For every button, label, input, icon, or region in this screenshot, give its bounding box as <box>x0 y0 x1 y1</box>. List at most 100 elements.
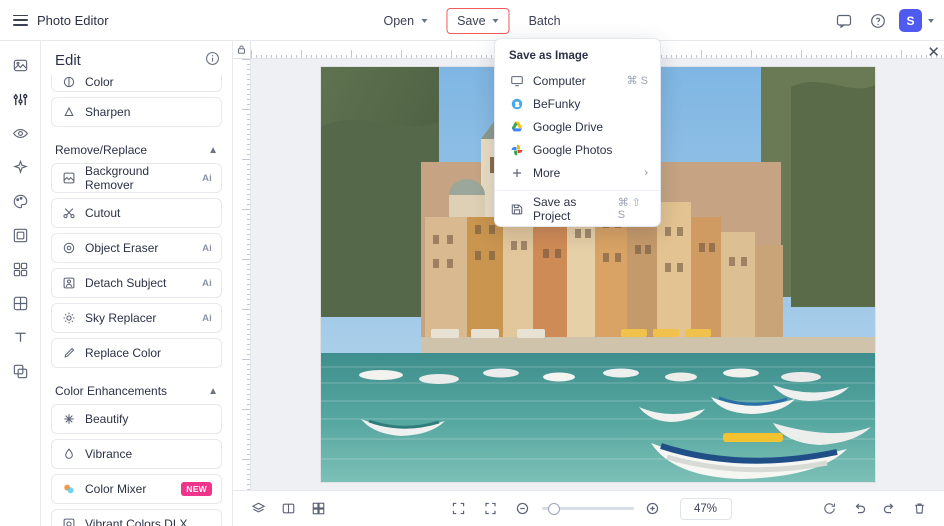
rail-item-effects[interactable] <box>4 151 36 183</box>
sharpen-icon <box>61 105 76 120</box>
save-menu-label: BeFunky <box>533 97 580 111</box>
panel-item-vibrant-colors-dlx[interactable]: Vibrant Colors DLX <box>51 509 222 526</box>
open-button[interactable]: Open <box>372 8 438 34</box>
panel-item-vibrance[interactable]: Vibrance <box>51 439 222 469</box>
batch-label: Batch <box>529 14 561 28</box>
actual-size-icon[interactable] <box>478 496 504 522</box>
question-circle-icon[interactable] <box>865 8 891 34</box>
panel-item-detach-subject[interactable]: Detach Subject Ai <box>51 268 222 298</box>
undo-icon[interactable] <box>846 496 872 522</box>
zoom-value-input[interactable]: 47% <box>680 498 732 520</box>
chevron-down-icon <box>493 19 499 23</box>
save-menu-item-befunky[interactable]: BeFunky <box>495 92 660 115</box>
save-project-icon <box>509 201 524 216</box>
edit-panel-header: Edit <box>41 41 232 75</box>
redo-icon[interactable] <box>876 496 902 522</box>
sky-replacer-icon <box>61 311 76 326</box>
rail-item-photos[interactable] <box>4 49 36 81</box>
save-menu-item-save-as-project[interactable]: Save as Project ⌘ ⇧ S <box>495 197 660 220</box>
zoom-slider-handle[interactable] <box>548 503 560 515</box>
panel-item-object-eraser[interactable]: Object Eraser Ai <box>51 233 222 263</box>
body-wrap: Edit Color Sharpen <box>0 41 944 526</box>
new-badge: NEW <box>181 482 212 496</box>
detach-subject-icon <box>61 276 76 291</box>
save-menu-shortcut: ⌘ S <box>627 74 648 87</box>
fit-screen-icon[interactable] <box>446 496 472 522</box>
chevron-right-icon: › <box>644 167 648 179</box>
rail-item-overlays[interactable] <box>4 287 36 319</box>
save-menu-item-more[interactable]: More › <box>495 161 660 184</box>
panel-item-beautify[interactable]: Beautify <box>51 404 222 434</box>
panel-item-color-mixer[interactable]: Color Mixer NEW <box>51 474 222 504</box>
panel-item-label: Vibrance <box>85 447 212 461</box>
hamburger-icon[interactable] <box>13 15 28 26</box>
zoom-slider[interactable] <box>542 507 634 510</box>
bottom-left-tools <box>245 496 331 522</box>
ai-badge: Ai <box>202 278 212 289</box>
edit-panel-scroll[interactable]: Color Sharpen Remove/Replace ▲ Backgroun… <box>41 75 232 526</box>
color-mixer-icon <box>61 482 76 497</box>
vibrance-icon <box>61 447 76 462</box>
panel-item-label: Background Remover <box>85 164 193 192</box>
panel-item-label: Color <box>85 75 212 89</box>
trash-icon[interactable] <box>906 496 932 522</box>
open-label: Open <box>383 14 414 28</box>
lock-icon[interactable] <box>233 41 251 59</box>
panel-item-replace-color[interactable]: Replace Color <box>51 338 222 368</box>
save-dropdown-menu: Save as Image Computer ⌘ S BeFunky Googl… <box>494 38 661 227</box>
close-icon[interactable]: ✕ <box>927 43 940 61</box>
befunky-icon <box>509 96 524 111</box>
rail-item-artsy[interactable] <box>4 185 36 217</box>
group-label: Remove/Replace <box>55 143 147 157</box>
reset-icon[interactable] <box>816 496 842 522</box>
save-button[interactable]: Save <box>446 8 510 34</box>
panel-item-background-remover[interactable]: Background Remover Ai <box>51 163 222 193</box>
group-header-remove-replace[interactable]: Remove/Replace ▲ <box>51 132 222 163</box>
top-center-tools: Open Save Batch <box>372 0 571 41</box>
save-menu-label: Save as Project <box>533 195 609 223</box>
rail-item-text[interactable] <box>4 321 36 353</box>
ai-badge: Ai <box>202 173 212 184</box>
vertical-ruler <box>233 59 251 490</box>
panel-item-cutout[interactable]: Cutout <box>51 198 222 228</box>
zoom-out-icon[interactable] <box>510 496 536 522</box>
panel-item-label: Color Mixer <box>85 482 172 496</box>
compare-icon[interactable] <box>275 496 301 522</box>
save-menu-item-google-photos[interactable]: Google Photos <box>495 138 660 161</box>
info-icon[interactable] <box>205 51 220 69</box>
save-menu-label: Google Drive <box>533 120 603 134</box>
zoom-controls: 47% <box>446 496 732 522</box>
panel-item-label: Object Eraser <box>85 241 193 255</box>
save-menu-label: Google Photos <box>533 143 612 157</box>
batch-button[interactable]: Batch <box>518 8 572 34</box>
grid-icon[interactable] <box>305 496 331 522</box>
chevron-down-icon[interactable] <box>928 19 934 23</box>
rail-item-frames[interactable] <box>4 219 36 251</box>
replace-color-icon <box>61 346 76 361</box>
group-header-color-enhancements[interactable]: Color Enhancements ▲ <box>51 373 222 404</box>
app-brand[interactable]: Photo Editor <box>0 0 109 40</box>
edit-panel: Edit Color Sharpen <box>41 41 233 526</box>
color-icon <box>61 75 76 89</box>
layers-icon[interactable] <box>245 496 271 522</box>
rail-item-edit[interactable] <box>4 83 36 115</box>
avatar[interactable]: S <box>899 9 922 32</box>
rail-item-graphics[interactable] <box>4 253 36 285</box>
panel-item-sharpen[interactable]: Sharpen <box>51 97 222 127</box>
zoom-in-icon[interactable] <box>640 496 666 522</box>
background-remover-icon <box>61 171 76 186</box>
save-menu-item-google-drive[interactable]: Google Drive <box>495 115 660 138</box>
save-menu-label: More <box>533 166 560 180</box>
group-label: Color Enhancements <box>55 384 167 398</box>
panel-item-label: Vibrant Colors DLX <box>85 517 212 526</box>
rail-item-retouch[interactable] <box>4 117 36 149</box>
panel-item-sky-replacer[interactable]: Sky Replacer Ai <box>51 303 222 333</box>
panel-title: Edit <box>55 52 81 69</box>
save-menu-item-computer[interactable]: Computer ⌘ S <box>495 69 660 92</box>
panel-item-color[interactable]: Color <box>51 75 222 92</box>
panel-item-label: Replace Color <box>85 346 212 360</box>
rail-item-layers[interactable] <box>4 355 36 387</box>
chat-icon[interactable] <box>831 8 857 34</box>
plus-icon <box>509 165 524 180</box>
panel-item-label: Sharpen <box>85 105 212 119</box>
